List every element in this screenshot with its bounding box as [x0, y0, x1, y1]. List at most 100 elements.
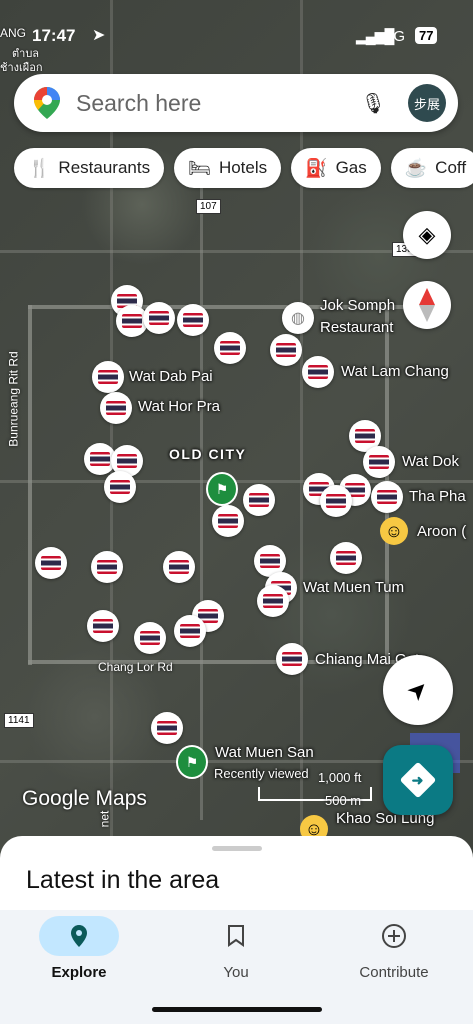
flag-marker[interactable]: [104, 471, 136, 503]
flag-marker[interactable]: [134, 622, 166, 654]
thai-flag-icon: [355, 429, 375, 443]
pin-icon: [71, 925, 87, 947]
thai-flag-icon: [90, 452, 110, 466]
flag-marker[interactable]: [363, 446, 395, 478]
park-marker[interactable]: ⚑: [176, 745, 208, 779]
search-bar[interactable]: Search here 🎙 步展: [14, 74, 458, 132]
nav-you[interactable]: You: [196, 910, 276, 981]
place-label[interactable]: Wat Hor Pra: [138, 398, 220, 415]
search-input[interactable]: Search here: [76, 90, 361, 117]
flag-marker[interactable]: [320, 485, 352, 517]
park-marker[interactable]: ⚑: [206, 472, 238, 506]
chip-label: Gas: [335, 158, 367, 177]
thai-flag-icon: [41, 556, 61, 570]
flag-marker[interactable]: [243, 484, 275, 516]
avatar[interactable]: 步展: [408, 84, 446, 122]
thai-flag-icon: [336, 551, 356, 565]
coffee-icon: ☕: [404, 157, 428, 178]
thai-flag-icon: [98, 370, 118, 384]
thai-flag-icon: [169, 560, 189, 574]
flag-marker[interactable]: [276, 643, 308, 675]
flag-marker[interactable]: [212, 505, 244, 537]
compass-icon: [419, 288, 435, 322]
chip-hotels[interactable]: 🛏 Hotels: [174, 148, 282, 188]
category-chips: 🍴 Restaurants 🛏 Hotels ⛽ Gas ☕ Coff: [14, 148, 473, 188]
place-label[interactable]: Wat Dok: [402, 453, 459, 470]
flag-green-icon: ⚑: [176, 745, 208, 779]
thai-flag-icon: [93, 619, 113, 633]
place-label[interactable]: Wat Muen Tum: [303, 579, 404, 596]
compass-button[interactable]: [403, 281, 451, 329]
nav-contribute[interactable]: Contribute: [349, 910, 439, 981]
my-location-button[interactable]: ➤: [383, 655, 453, 725]
thai-flag-icon: [117, 454, 137, 468]
flag-marker[interactable]: [330, 542, 362, 574]
nav-label: Explore: [51, 964, 107, 981]
status-bar: ANG 17:47 ➤ ตำบล ช้างเผือก ▂▄▆█ 5G 77: [0, 0, 473, 74]
flag-marker[interactable]: [35, 547, 67, 579]
nav-label: You: [223, 964, 249, 981]
flag-marker[interactable]: [151, 712, 183, 744]
scale-m: 500 m: [325, 793, 362, 808]
area-label: OLD CITY: [169, 446, 247, 462]
thai-flag-icon: [369, 455, 389, 469]
scale-ft: 1,000 ft: [318, 770, 362, 785]
nav-explore[interactable]: Explore: [39, 910, 119, 981]
place-label[interactable]: Tha Pha: [409, 488, 466, 505]
layers-icon: ◈: [418, 222, 436, 247]
flag-marker[interactable]: [91, 551, 123, 583]
flag-marker[interactable]: [371, 481, 403, 513]
flag-marker[interactable]: [302, 356, 334, 388]
flag-marker[interactable]: [257, 585, 289, 617]
sheet-title: Latest in the area: [26, 866, 220, 894]
place-label[interactable]: Restaurant: [320, 319, 393, 336]
flag-marker[interactable]: [163, 551, 195, 583]
flag-marker[interactable]: [92, 361, 124, 393]
flag-marker[interactable]: [87, 610, 119, 642]
thai-flag-icon: [110, 480, 130, 494]
place-label[interactable]: Jok Somph: [320, 297, 395, 314]
place-label[interactable]: Aroon (: [417, 523, 466, 540]
flag-marker[interactable]: [214, 332, 246, 364]
recently-viewed-label: Recently viewed: [214, 766, 309, 781]
thai-flag-icon: [308, 365, 328, 379]
thai-flag-icon: [326, 494, 346, 508]
chip-restaurants[interactable]: 🍴 Restaurants: [14, 148, 165, 188]
thai-flag-icon: [180, 624, 200, 638]
smile-icon: ☺: [380, 517, 408, 545]
flag-marker[interactable]: [143, 302, 175, 334]
navigation-arrow-icon: ➤: [401, 673, 435, 707]
battery-indicator: 77: [415, 27, 438, 44]
chip-coffee[interactable]: ☕ Coff: [390, 148, 473, 188]
clock: 17:47: [32, 26, 76, 45]
place-label[interactable]: Wat Lam Chang: [341, 363, 449, 380]
google-maps-watermark: Google Maps: [22, 787, 147, 810]
flag-marker[interactable]: [270, 334, 302, 366]
restaurant-marker[interactable]: ◍: [282, 302, 314, 334]
chip-label: Coff: [435, 158, 467, 177]
place-label[interactable]: Wat Muen San: [215, 744, 314, 761]
thai-flag-icon: [183, 313, 203, 327]
microphone-icon[interactable]: 🎙: [361, 91, 386, 116]
flag-marker[interactable]: [100, 392, 132, 424]
food-marker[interactable]: ☺: [378, 515, 410, 547]
thai-flag-icon: [282, 652, 302, 666]
chip-label: Restaurants: [58, 158, 151, 177]
sheet-handle[interactable]: [212, 846, 262, 851]
directions-button[interactable]: ➜: [383, 745, 453, 815]
location-arrow-icon: ➤: [92, 27, 106, 44]
place-label[interactable]: Wat Dab Pai: [129, 368, 213, 385]
layers-button[interactable]: ◈: [403, 211, 451, 259]
flag-green-icon: ⚑: [206, 472, 238, 506]
flag-marker[interactable]: [177, 304, 209, 336]
plate-icon: ◍: [291, 310, 305, 327]
flag-marker[interactable]: [174, 615, 206, 647]
thai-flag-icon: [157, 721, 177, 735]
bottom-navigation: Explore You Contribute: [0, 910, 473, 1024]
chip-gas[interactable]: ⛽ Gas: [291, 148, 381, 188]
thai-flag-icon: [220, 341, 240, 355]
thai-flag-icon: [377, 490, 397, 504]
plus-circle-icon: [382, 924, 406, 948]
route-shield: 1141: [4, 713, 34, 728]
thai-flag-icon: [149, 311, 169, 325]
